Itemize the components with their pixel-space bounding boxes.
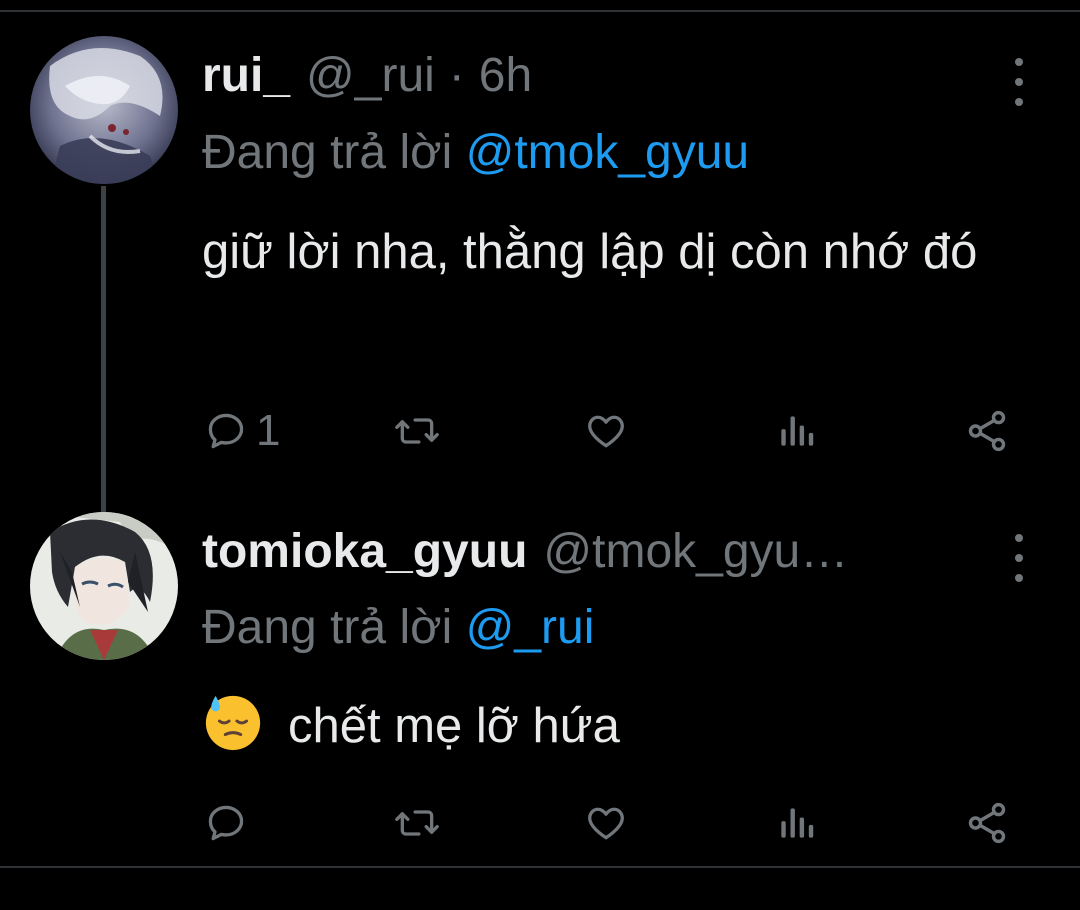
- display-name[interactable]: rui_: [202, 48, 290, 103]
- reply-icon: [208, 805, 244, 841]
- share-button[interactable]: [964, 406, 1010, 456]
- timestamp[interactable]: 6h: [479, 48, 532, 103]
- tweet-header: rui_ @_rui · 6h: [202, 48, 532, 108]
- views-button[interactable]: [776, 798, 816, 848]
- views-button[interactable]: [776, 406, 816, 456]
- like-button[interactable]: [583, 406, 629, 456]
- reply-count: 1: [256, 406, 281, 455]
- mention-link[interactable]: @tmok_gyuu: [466, 126, 750, 179]
- avatar-tomioka-image: [30, 512, 178, 660]
- replying-to-label: Đang trả lời: [202, 126, 453, 179]
- user-handle[interactable]: @tmok_gyu…: [543, 524, 848, 579]
- reply-button[interactable]: [204, 798, 256, 848]
- tweet-header: tomioka_gyuu @tmok_gyu…: [202, 524, 848, 584]
- avatar-tomioka[interactable]: [30, 512, 178, 660]
- downcast-face-with-sweat-icon: [205, 695, 261, 751]
- tweet-text-content: chết mẹ lỡ hứa: [288, 699, 620, 753]
- retweet-icon: [395, 810, 439, 836]
- analytics-icon: [781, 808, 814, 838]
- retweet-button[interactable]: [392, 406, 442, 456]
- reply-button[interactable]: 1: [204, 406, 280, 456]
- avatar-rui[interactable]: [30, 36, 178, 184]
- retweet-icon: [395, 418, 439, 444]
- more-options-icon[interactable]: [1007, 534, 1031, 582]
- separator-dot: ·: [448, 49, 465, 102]
- retweet-button[interactable]: [392, 798, 442, 848]
- share-icon: [968, 410, 1006, 452]
- share-icon: [968, 802, 1006, 844]
- like-button[interactable]: [583, 798, 629, 848]
- tweet-text: chết mẹ lỡ hứa: [202, 688, 1002, 765]
- avatar-rui-image: [30, 36, 178, 184]
- thread-connector-line: [101, 186, 106, 514]
- share-button[interactable]: [964, 798, 1010, 848]
- heart-icon: [588, 415, 624, 448]
- reply-icon: [208, 413, 244, 449]
- more-options-icon[interactable]: [1007, 58, 1031, 106]
- tweet-text: giữ lời nha, thằng lập dị còn nhớ đó: [202, 225, 978, 279]
- heart-icon: [588, 807, 624, 840]
- analytics-icon: [781, 416, 814, 446]
- bottom-divider: [0, 866, 1080, 868]
- replying-to-label: Đang trả lời: [202, 601, 453, 654]
- top-divider: [0, 0, 1080, 12]
- replying-to: Đang trả lời @_rui: [202, 600, 594, 655]
- display-name[interactable]: tomioka_gyuu: [202, 524, 527, 579]
- mention-link[interactable]: @_rui: [466, 601, 595, 654]
- replying-to: Đang trả lời @tmok_gyuu: [202, 125, 749, 180]
- user-handle[interactable]: @_rui: [306, 48, 435, 103]
